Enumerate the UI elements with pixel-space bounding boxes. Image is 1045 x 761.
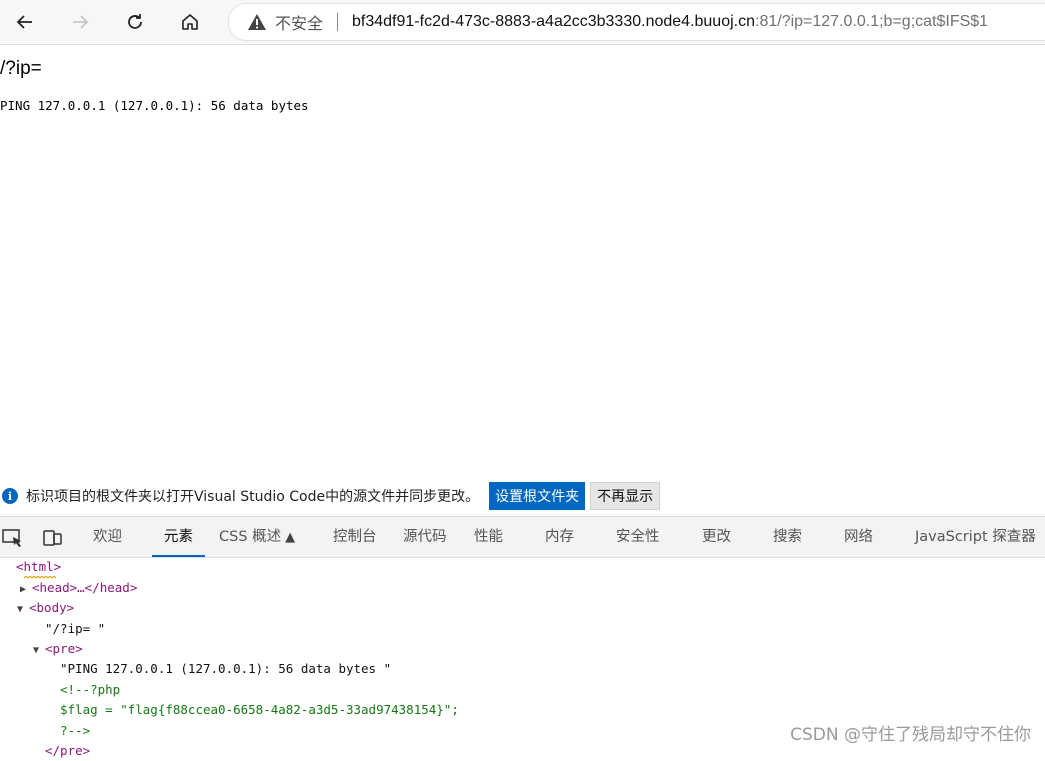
dom-node-pre-close[interactable]: </pre> — [45, 741, 90, 761]
collapse-triangle-icon[interactable]: ▼ — [17, 600, 29, 620]
inspect-element-icon[interactable] — [2, 528, 24, 548]
tab-search[interactable]: 搜索 — [773, 517, 802, 557]
expand-triangle-icon[interactable]: ▶ — [20, 580, 32, 600]
page-heading: /?ip= — [0, 58, 42, 79]
info-icon: i — [2, 488, 18, 504]
browser-toolbar: 不安全 bf34df91-fc2d-473c-8883-a4a2cc3b3330… — [0, 0, 1045, 45]
set-root-folder-button[interactable]: 设置根文件夹 — [489, 482, 586, 510]
tab-css-overview[interactable]: CSS 概述 ▲ — [219, 517, 295, 557]
body-open-tag: <body> — [29, 600, 75, 615]
address-divider — [337, 13, 339, 31]
tab-network[interactable]: 网络 — [844, 517, 873, 557]
refresh-icon — [128, 14, 142, 29]
refresh-button[interactable] — [120, 7, 150, 37]
devtools-tab-bar: 欢迎 元素 CSS 概述 ▲ 控制台 源代码 性能 内存 安全性 更改 搜索 网络… — [0, 516, 1045, 558]
tab-js-profiler[interactable]: JavaScript 探查器 — [915, 517, 1036, 557]
tab-css-overview-label: CSS 概述 — [219, 529, 282, 545]
tab-elements[interactable]: 元素 — [152, 517, 205, 557]
home-icon — [182, 14, 198, 30]
dom-comment-line-3[interactable]: ?--> — [60, 721, 90, 741]
security-label[interactable]: 不安全 — [275, 10, 323, 34]
address-bar[interactable]: 不安全 bf34df91-fc2d-473c-8883-a4a2cc3b3330… — [228, 3, 1045, 41]
tab-memory[interactable]: 内存 — [545, 517, 574, 557]
flask-icon: ▲ — [285, 530, 296, 545]
ping-output: PING 127.0.0.1 (127.0.0.1): 56 data byte… — [0, 98, 309, 113]
notification-bar: i 标识项目的根文件夹以打开Visual Studio Code中的源文件并同步… — [0, 480, 1045, 512]
url-path: :81/?ip=127.0.0.1;b=g;cat$IFS$1 — [755, 13, 989, 30]
forward-button[interactable] — [65, 7, 95, 37]
watermark: CSDN @守住了残局却守不住你 — [790, 725, 1031, 745]
dom-pre-text[interactable]: "PING 127.0.0.1 (127.0.0.1): 56 data byt… — [60, 659, 391, 679]
dom-node-head[interactable]: ▶ <head>…</head> — [20, 578, 137, 598]
notification-message: 标识项目的根文件夹以打开Visual Studio Code中的源文件并同步更改… — [26, 489, 480, 505]
dom-text-node[interactable]: "/?ip= " — [45, 619, 105, 639]
dont-show-again-button[interactable]: 不再显示 — [590, 482, 661, 510]
home-button[interactable] — [175, 7, 205, 37]
pre-text-node: "PING 127.0.0.1 (127.0.0.1): 56 data byt… — [60, 661, 392, 676]
tab-welcome[interactable]: 欢迎 — [93, 517, 122, 557]
html-open-tag: <html> — [16, 559, 62, 574]
collapse-triangle-icon[interactable]: ▼ — [33, 641, 45, 661]
arrow-right-icon — [73, 15, 89, 29]
back-button[interactable] — [10, 7, 40, 37]
dom-node-html[interactable]: <html> — [16, 557, 61, 577]
pre-open-tag: <pre> — [45, 641, 83, 656]
url-host: bf34df91-fc2d-473c-8883-a4a2cc3b3330.nod… — [352, 13, 755, 30]
dom-comment-line-1[interactable]: <!--?php — [60, 680, 120, 700]
device-emulation-icon[interactable] — [42, 528, 64, 548]
tab-security[interactable]: 安全性 — [616, 517, 660, 557]
body-text-node: "/?ip= " — [45, 621, 106, 636]
tab-changes[interactable]: 更改 — [702, 517, 731, 557]
tab-performance[interactable]: 性能 — [474, 517, 503, 557]
tab-sources[interactable]: 源代码 — [403, 517, 447, 557]
dom-node-body[interactable]: ▼ <body> — [17, 598, 74, 618]
comment-php-close: ?--> — [60, 723, 91, 738]
dom-node-pre[interactable]: ▼ <pre> — [33, 639, 83, 659]
comment-php-open: <!--?php — [60, 682, 121, 697]
warning-icon — [248, 14, 266, 30]
comment-flag: $flag = "flag{f88ccea0-6658-4a82-a3d5-33… — [60, 702, 459, 717]
arrow-left-icon — [16, 15, 32, 29]
head-tag: <head>…</head> — [32, 580, 138, 595]
dom-comment-line-2[interactable]: $flag = "flag{f88ccea0-6658-4a82-a3d5-33… — [60, 700, 459, 720]
tab-console[interactable]: 控制台 — [333, 517, 377, 557]
